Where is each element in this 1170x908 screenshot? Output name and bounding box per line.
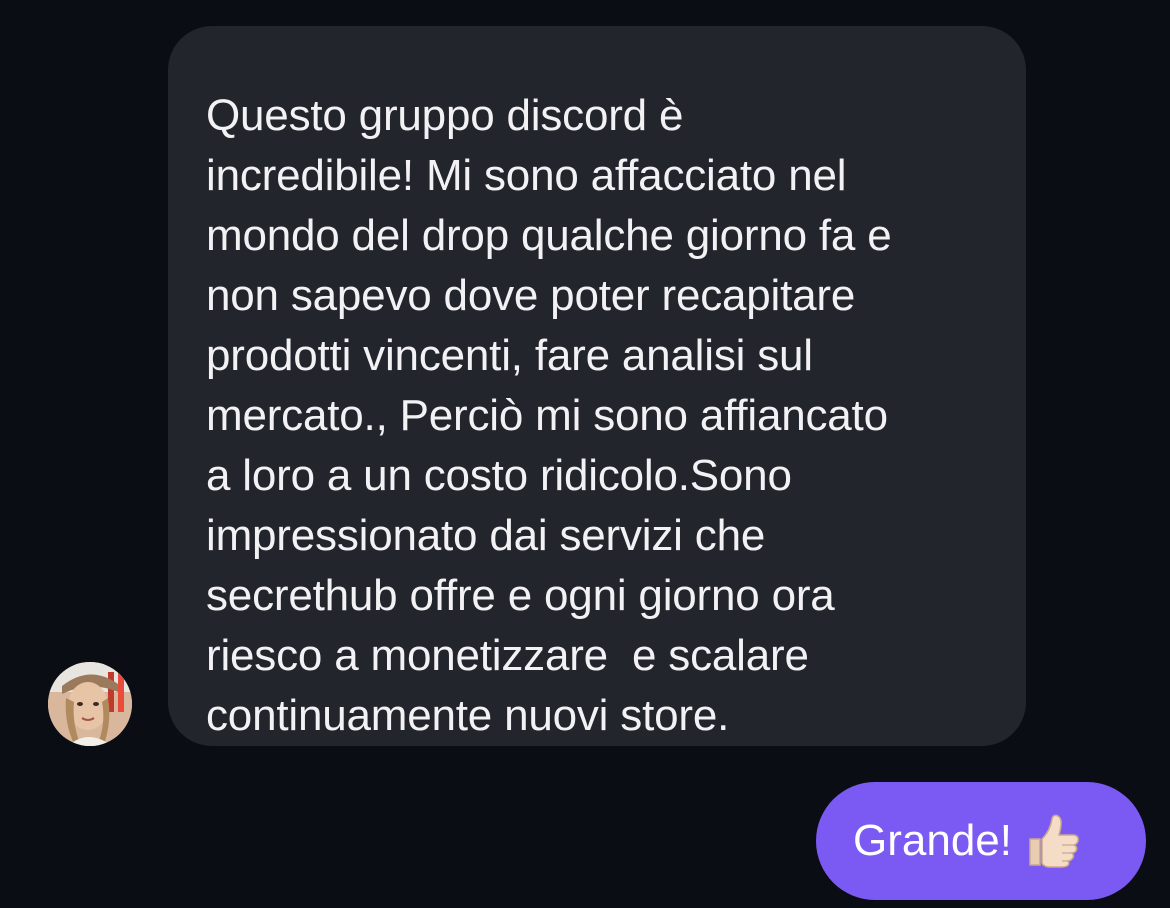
user-avatar-icon (48, 662, 132, 746)
outgoing-message-text: Grande! (853, 816, 1012, 865)
sender-avatar[interactable] (48, 662, 132, 746)
thumbs-up-emoji-icon (1029, 814, 1079, 868)
incoming-message-bubble[interactable]: Questo gruppo discord è incredibile! Mi … (168, 26, 1026, 746)
outgoing-message-bubble[interactable]: Grande! (816, 782, 1146, 900)
incoming-message-text: Questo gruppo discord è incredibile! Mi … (206, 91, 892, 740)
chat-screen: Questo gruppo discord è incredibile! Mi … (0, 0, 1170, 908)
